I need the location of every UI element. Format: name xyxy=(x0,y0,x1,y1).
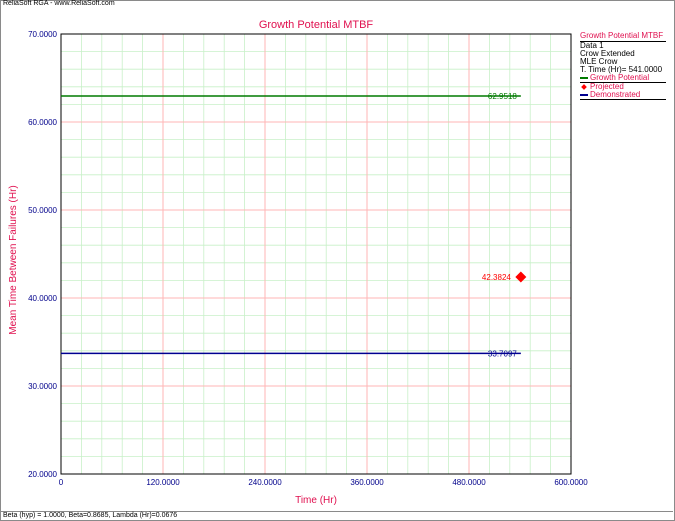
y-tick-label: 70.0000 xyxy=(28,30,57,39)
x-tick-label: 600.0000 xyxy=(554,478,588,487)
y-tick-label: 30.0000 xyxy=(28,382,57,391)
x-tick-label: 480.0000 xyxy=(452,478,486,487)
projected-point xyxy=(515,271,527,283)
legend: Growth Potential MTBF Data 1 Crow Extend… xyxy=(580,32,666,100)
legend-label: Growth Potential xyxy=(590,73,650,82)
legend-label: Demonstrated xyxy=(590,90,641,99)
line-swatch-icon xyxy=(580,94,588,96)
x-tick-label: 360.0000 xyxy=(350,478,384,487)
y-tick-label: 40.0000 xyxy=(28,294,57,303)
legend-item-demonstrated: Demonstrated xyxy=(580,91,666,100)
x-tick-label: 240.0000 xyxy=(248,478,282,487)
data-label: 33.7097 xyxy=(488,349,517,358)
data-label: 42.3824 xyxy=(482,273,511,282)
x-tick-label: 0 xyxy=(59,478,64,487)
y-tick-label: 20.0000 xyxy=(28,470,57,479)
x-tick-label: 120.0000 xyxy=(146,478,180,487)
chart-title: Growth Potential MTBF xyxy=(259,19,374,31)
x-axis-label: Time (Hr) xyxy=(295,495,337,506)
y-axis-label: Mean Time Between Failures (Hr) xyxy=(8,185,19,335)
chart-svg: Growth Potential MTBF Time (Hr) Mean Tim… xyxy=(8,19,588,506)
line-swatch-icon xyxy=(580,77,588,79)
data-label: 62.9518 xyxy=(488,92,517,101)
diamond-swatch-icon xyxy=(581,84,587,90)
y-tick-label: 60.0000 xyxy=(28,118,57,127)
y-tick-label: 50.0000 xyxy=(28,206,57,215)
status-text: Beta (hyp) = 1.0000, Beta=0.8685, Lambda… xyxy=(3,512,178,519)
